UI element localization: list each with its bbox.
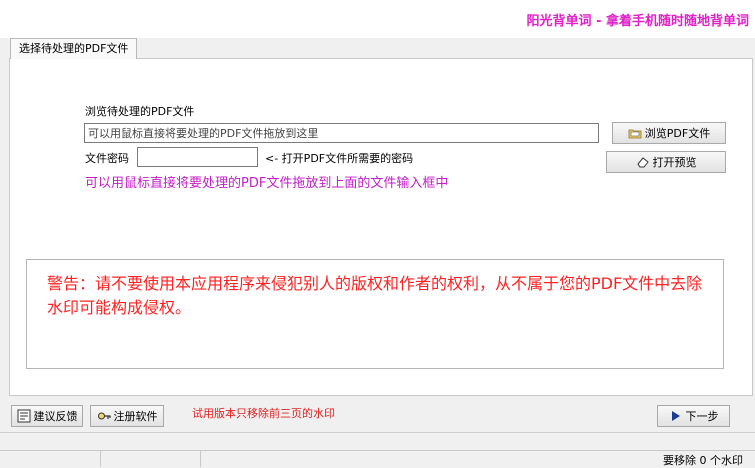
next-button[interactable]: 下一步 — [657, 405, 730, 427]
register-button-label: 注册软件 — [113, 410, 158, 423]
folder-icon — [628, 126, 642, 140]
browse-label: 浏览待处理的PDF文件 — [85, 105, 195, 118]
pdf-file-input[interactable]: 可以用鼠标直接将要处理的PDF文件拖放到这里 — [84, 123, 599, 143]
password-label: 文件密码 — [85, 152, 129, 165]
trial-note: 试用版本只移除前三页的水印 — [192, 407, 335, 420]
register-button[interactable]: 注册软件 — [90, 405, 164, 427]
key-icon — [97, 409, 111, 423]
top-banner: 阳光背单词 - 拿着手机随时随地背单词 — [0, 0, 755, 38]
drag-hint: 可以用鼠标直接将要处理的PDF文件拖放到上面的文件输入框中 — [85, 176, 449, 191]
status-bar: 要移除 0 个水印 — [0, 450, 755, 467]
feedback-button[interactable]: 建议反馈 — [11, 405, 83, 427]
bottom-bar: 建议反馈 注册软件 试用版本只移除前三页的水印 下一步 — [0, 400, 755, 432]
open-preview-button[interactable]: 打开预览 — [606, 151, 726, 173]
arrow-right-icon — [669, 409, 683, 423]
next-button-label: 下一步 — [685, 410, 719, 423]
status-cell — [100, 451, 201, 467]
banner-title: 阳光背单词 - 拿着手机随时随地背单词 — [526, 14, 749, 29]
feedback-icon — [17, 409, 31, 423]
password-hint: <- 打开PDF文件所需要的密码 — [265, 152, 414, 165]
browse-pdf-button-label: 浏览PDF文件 — [644, 127, 711, 140]
main-panel: 浏览待处理的PDF文件 可以用鼠标直接将要处理的PDF文件拖放到这里 文件密码 … — [9, 58, 753, 396]
separator — [0, 432, 755, 433]
warning-box: 警告：请不要使用本应用程序来侵犯别人的版权和作者的权利，从不属于您的PDF文件中… — [26, 259, 724, 369]
status-cell — [0, 451, 101, 467]
password-input[interactable] — [137, 147, 258, 167]
warning-text: 警告：请不要使用本应用程序来侵犯别人的版权和作者的权利，从不属于您的PDF文件中… — [47, 274, 703, 317]
tab-select-pdf[interactable]: 选择待处理的PDF文件 — [10, 38, 138, 59]
browse-pdf-button[interactable]: 浏览PDF文件 — [612, 122, 726, 144]
open-preview-button-label: 打开预览 — [652, 156, 697, 169]
eraser-icon — [636, 155, 650, 169]
feedback-button-label: 建议反馈 — [33, 410, 78, 423]
